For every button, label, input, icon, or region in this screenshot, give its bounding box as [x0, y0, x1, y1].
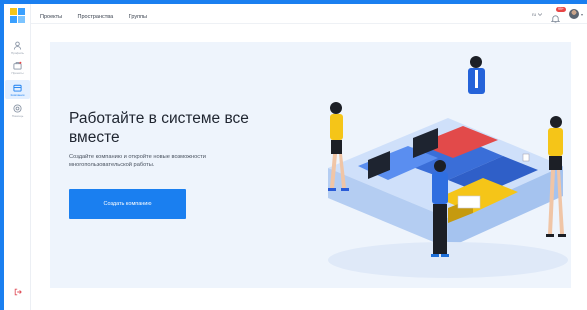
avatar[interactable]: [568, 9, 579, 19]
help-icon: [13, 103, 22, 113]
nav-projects[interactable]: Проекты: [40, 14, 62, 20]
sidebar-item-companies[interactable]: Компании: [5, 80, 30, 99]
chevron-down-icon[interactable]: ▾: [581, 12, 583, 17]
team-puzzle-illustration: [328, 56, 568, 278]
sidebar-item-projects[interactable]: Проекты: [5, 58, 30, 77]
notifications-button[interactable]: 99+: [550, 6, 566, 23]
sidebar-item-label: Помощь: [11, 113, 24, 118]
sidebar: Профиль Проекты Компании Помощь: [4, 4, 31, 310]
top-bar: Проекты Пространства Группы ru 99+ ▾: [31, 4, 587, 24]
empty-state-hero: Работайте в системе все вместе Создайте …: [50, 42, 571, 288]
projects-icon: [13, 61, 22, 70]
main-nav: Проекты Пространства Группы: [31, 5, 158, 23]
nav-groups[interactable]: Группы: [129, 14, 147, 20]
sidebar-item-label: Профиль: [11, 50, 24, 55]
nav-spaces[interactable]: Пространства: [78, 14, 114, 20]
top-right-controls: ru 99+ ▾: [532, 4, 583, 24]
app-logo[interactable]: [10, 8, 25, 23]
chevron-down-icon: [537, 12, 542, 16]
sidebar-item-profile[interactable]: Профиль: [5, 38, 30, 57]
notification-badge: 99+: [555, 6, 566, 12]
company-icon: [13, 84, 22, 92]
hero-title: Работайте в системе все вместе: [69, 110, 249, 146]
language-selector[interactable]: ru: [532, 12, 542, 17]
hero-subtitle: Создайте компанию и откройте новые возмо…: [69, 154, 206, 168]
bell-icon: [550, 14, 561, 23]
language-value: ru: [531, 11, 536, 17]
sidebar-item-label: Компании: [10, 92, 25, 97]
create-company-button[interactable]: Создать компанию: [69, 189, 186, 219]
sidebar-item-help[interactable]: Помощь: [5, 101, 30, 120]
logout-icon[interactable]: [14, 288, 22, 296]
sidebar-item-label: Проекты: [11, 70, 24, 75]
user-icon: [13, 41, 22, 50]
